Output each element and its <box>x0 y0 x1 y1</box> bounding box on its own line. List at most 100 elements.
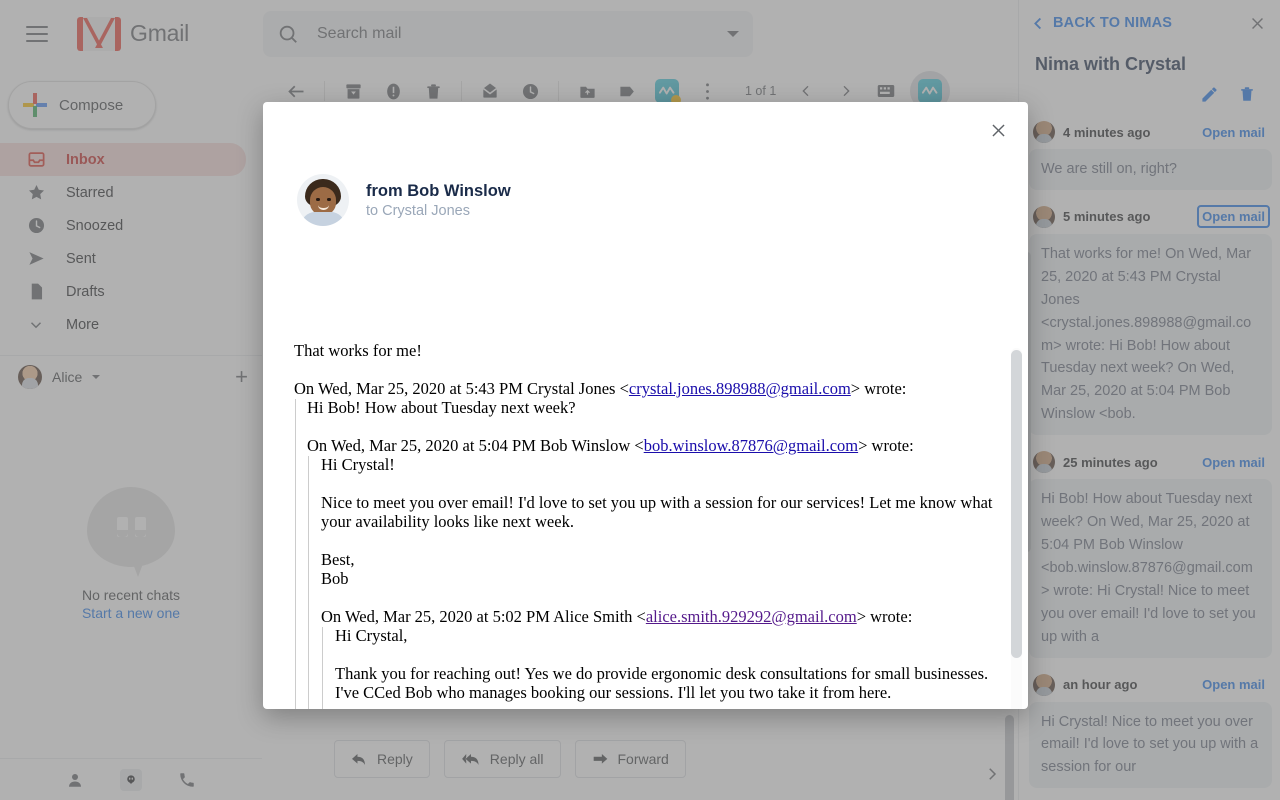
inbox-icon <box>26 150 46 170</box>
chevron-left-icon <box>802 85 809 97</box>
search-input[interactable] <box>317 25 727 43</box>
nima-icon <box>918 79 943 103</box>
nima-panel: BACK TO NIMAS Nima with Crystal 4 minute… <box>1018 0 1280 800</box>
sidebar-item-starred[interactable]: Starred <box>0 176 246 209</box>
email-sender-block: from Bob Winslow to Crystal Jones <box>263 102 1028 226</box>
app-title: Gmail <box>130 20 190 46</box>
chat-empty-state: No recent chats Start a new one <box>0 487 262 621</box>
open-mail-link[interactable]: Open mail <box>1199 123 1268 142</box>
modal-scrollbar-thumb[interactable] <box>1011 350 1022 658</box>
nima-message-time: 25 minutes ago <box>1063 454 1158 470</box>
trash-icon <box>1241 87 1253 101</box>
quote-3-header: On Wed, Mar 25, 2020 at 5:02 PM Alice Sm… <box>321 607 994 627</box>
keyboard-icon <box>878 85 895 97</box>
add-contact-icon[interactable]: + <box>235 366 248 388</box>
sidebar-item-drafts[interactable]: Drafts <box>0 275 246 308</box>
email-body: That works for me! On Wed, Mar 25, 2020 … <box>263 342 1028 709</box>
nima-message-list: 4 minutes ago Open mail We are still on,… <box>1019 111 1280 794</box>
chat-user-row[interactable]: Alice + <box>0 356 262 398</box>
plus-icon <box>23 93 47 117</box>
quote-2-header: On Wed, Mar 25, 2020 at 5:04 PM Bob Wins… <box>307 435 994 456</box>
sidebar-item-sent[interactable]: Sent <box>0 242 246 275</box>
avatar <box>1033 451 1055 474</box>
phone-icon[interactable] <box>176 769 198 791</box>
email-from-label: from Bob Winslow <box>366 181 511 200</box>
chevron-right-icon <box>989 768 997 780</box>
close-icon <box>1252 17 1263 29</box>
toolbar-divider <box>324 81 325 101</box>
main-menu-icon[interactable] <box>13 10 61 58</box>
close-panel-button[interactable] <box>1249 15 1266 32</box>
nima-message-time: 5 minutes ago <box>1063 209 1151 225</box>
quote-1-header-post: > wrote: <box>850 378 907 398</box>
mail-scrollbar[interactable] <box>1005 715 1014 800</box>
person-icon[interactable] <box>64 769 86 791</box>
quote-1-line-1: Hi Bob! How about Tuesday next week? <box>307 397 576 417</box>
avatar <box>1033 205 1055 228</box>
forward-label: Forward <box>617 751 669 767</box>
pagination-count: 1 of 1 <box>745 84 777 98</box>
sidebar: Compose Inbox Starred Snoozed Sent Draft… <box>0 67 262 800</box>
nima-message-header: 25 minutes ago Open mail <box>1029 445 1272 479</box>
screen-root: Gmail NIMA <box>0 0 1280 800</box>
edit-button[interactable] <box>1200 85 1220 105</box>
email-link[interactable]: bob.winslow.87876@gmail.com <box>644 436 858 455</box>
delete-button[interactable] <box>1238 85 1258 105</box>
email-link[interactable]: crystal.jones.898988@gmail.com <box>629 379 851 398</box>
nima-icon <box>655 79 681 105</box>
open-mail-link[interactable]: Open mail <box>1199 453 1268 472</box>
trash-icon <box>426 83 440 99</box>
kebab-menu-icon <box>705 82 709 100</box>
list-item: 25 minutes ago Open mail Hi Bob! How abo… <box>1019 441 1280 663</box>
nima-panel-title: Nima with Crystal <box>1035 54 1187 74</box>
avatar <box>297 174 349 226</box>
exclamation-icon <box>386 83 400 99</box>
mail-unread-icon <box>482 83 498 98</box>
reply-button[interactable]: Reply <box>334 740 430 778</box>
sidebar-item-more[interactable]: More <box>0 308 246 341</box>
nima-message-time: an hour ago <box>1063 677 1138 692</box>
arrow-left-icon <box>287 85 303 97</box>
quote-3-line-2: Thank you for reaching out! Yes we do pr… <box>335 663 989 702</box>
chat-footer <box>0 758 262 800</box>
chevron-left-icon <box>1034 17 1042 29</box>
open-mail-link[interactable]: Open mail <box>1199 675 1268 694</box>
open-mail-link[interactable]: Open mail <box>1197 205 1270 229</box>
email-preview-modal: from Bob Winslow to Crystal Jones That w… <box>263 102 1028 709</box>
document-icon <box>26 282 46 302</box>
nima-message-header: 5 minutes ago Open mail <box>1029 200 1272 234</box>
compose-label: Compose <box>59 96 124 114</box>
sidebar-item-inbox[interactable]: Inbox <box>0 143 246 176</box>
quote-2-header-post: > wrote: <box>858 435 914 455</box>
back-to-nimas-label: BACK TO NIMAS <box>1053 15 1173 31</box>
start-new-chat-link[interactable]: Start a new one <box>82 605 180 621</box>
quote-2-sign-2: Bob <box>321 568 349 588</box>
expand-panel-button[interactable] <box>980 762 1004 786</box>
forward-button[interactable]: Forward <box>574 740 686 778</box>
sidebar-item-snoozed[interactable]: Snoozed <box>0 209 246 242</box>
clock-icon <box>26 216 46 236</box>
quote-1-header: On Wed, Mar 25, 2020 at 5:43 PM Crystal … <box>294 378 994 399</box>
avatar <box>1033 673 1055 696</box>
nima-panel-actions <box>1019 75 1280 111</box>
list-item: an hour ago Open mail Hi Crystal! Nice t… <box>1019 664 1280 795</box>
chat-icon[interactable] <box>120 768 142 791</box>
email-link[interactable]: alice.smith.929292@gmail.com <box>646 607 857 626</box>
star-icon <box>26 183 46 203</box>
search-options-icon[interactable] <box>727 31 739 37</box>
close-modal-button[interactable] <box>984 116 1012 144</box>
clock-icon <box>522 83 538 99</box>
forward-arrow-icon <box>593 753 607 764</box>
quote-2-line-2: Nice to meet you over email! I'd love to… <box>321 492 993 531</box>
toolbar-divider <box>461 81 462 101</box>
reply-all-button[interactable]: Reply all <box>443 740 561 778</box>
search-bar[interactable] <box>263 11 753 57</box>
toolbar-divider <box>558 81 559 101</box>
back-to-nimas-button[interactable]: BACK TO NIMAS <box>1031 15 1172 31</box>
chevron-down-icon[interactable] <box>92 375 101 379</box>
send-icon <box>26 249 46 269</box>
compose-button[interactable]: Compose <box>8 81 156 129</box>
quote-2-sign-1: Best, <box>321 549 355 569</box>
quote-2-body: Hi Crystal! Nice to meet you over email!… <box>308 455 994 709</box>
search-icon <box>277 23 299 45</box>
